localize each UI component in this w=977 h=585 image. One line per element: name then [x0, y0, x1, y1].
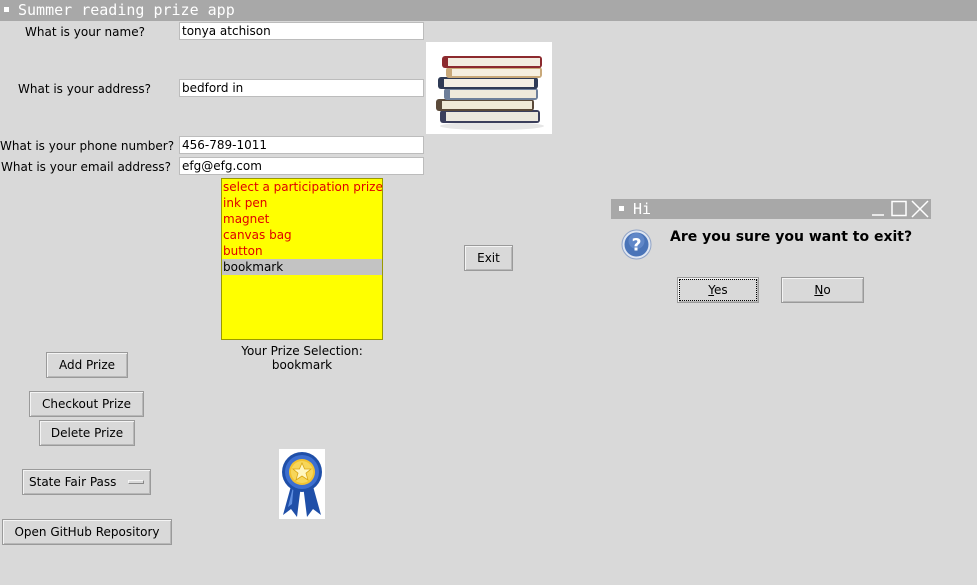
prize-list-item[interactable]: canvas bag — [222, 227, 382, 243]
open-github-button[interactable]: Open GitHub Repository — [2, 519, 172, 545]
address-input[interactable]: bedford in — [179, 79, 424, 97]
close-icon[interactable] — [911, 200, 929, 218]
yes-button-label: Yes — [708, 283, 728, 297]
app-title: Summer reading prize app — [18, 1, 235, 19]
app-title-bar[interactable]: Summer reading prize app — [0, 0, 977, 21]
no-button-label: No — [814, 283, 831, 297]
no-button[interactable]: No — [781, 277, 864, 303]
prize-selection-display: Your Prize Selection: bookmark — [221, 344, 383, 372]
stack-of-books-image — [426, 42, 552, 134]
question-icon: ? — [621, 229, 652, 260]
prize-list-item[interactable]: select a participation prize — [222, 179, 382, 195]
address-label: What is your address? — [18, 82, 152, 96]
prize-list-item[interactable]: magnet — [222, 211, 382, 227]
dialog-title-bar[interactable]: Hi — [611, 199, 931, 219]
phone-input[interactable]: 456-789-1011 — [179, 136, 424, 154]
pass-option-value: State Fair Pass — [29, 475, 117, 489]
maximize-icon[interactable] — [890, 200, 908, 218]
prize-ribbon-image — [279, 449, 325, 519]
name-input[interactable]: tonya atchison — [179, 22, 424, 40]
prize-selection-value: bookmark — [271, 358, 333, 372]
minimize-icon[interactable] — [869, 200, 887, 218]
prize-selection-caption: Your Prize Selection: — [241, 344, 363, 358]
dialog-title: Hi — [633, 200, 652, 218]
checkout-prize-button[interactable]: Checkout Prize — [29, 391, 144, 417]
prize-list-item[interactable]: button — [222, 243, 382, 259]
email-label: What is your email address? — [1, 160, 171, 174]
prize-list-item[interactable]: bookmark — [222, 259, 382, 275]
svg-text:?: ? — [632, 236, 642, 256]
prize-list-item[interactable]: ink pen — [222, 195, 382, 211]
phone-label: What is your phone number? — [0, 139, 175, 153]
exit-button[interactable]: Exit — [464, 245, 513, 271]
pass-option-menu[interactable]: State Fair Pass — [22, 469, 151, 495]
add-prize-button[interactable]: Add Prize — [46, 352, 128, 378]
yes-button[interactable]: Yes — [677, 277, 759, 303]
dialog-menu-icon[interactable] — [619, 206, 624, 211]
delete-prize-button[interactable]: Delete Prize — [39, 420, 135, 446]
prize-listbox[interactable]: select a participation prize ink pen magne… — [221, 178, 383, 340]
window-menu-icon[interactable] — [4, 7, 9, 12]
email-input[interactable]: efg@efg.com — [179, 157, 424, 175]
name-label: What is your name? — [25, 25, 145, 39]
option-menu-indicator-icon — [128, 480, 144, 484]
dialog-message: Are you sure you want to exit? — [670, 229, 913, 245]
